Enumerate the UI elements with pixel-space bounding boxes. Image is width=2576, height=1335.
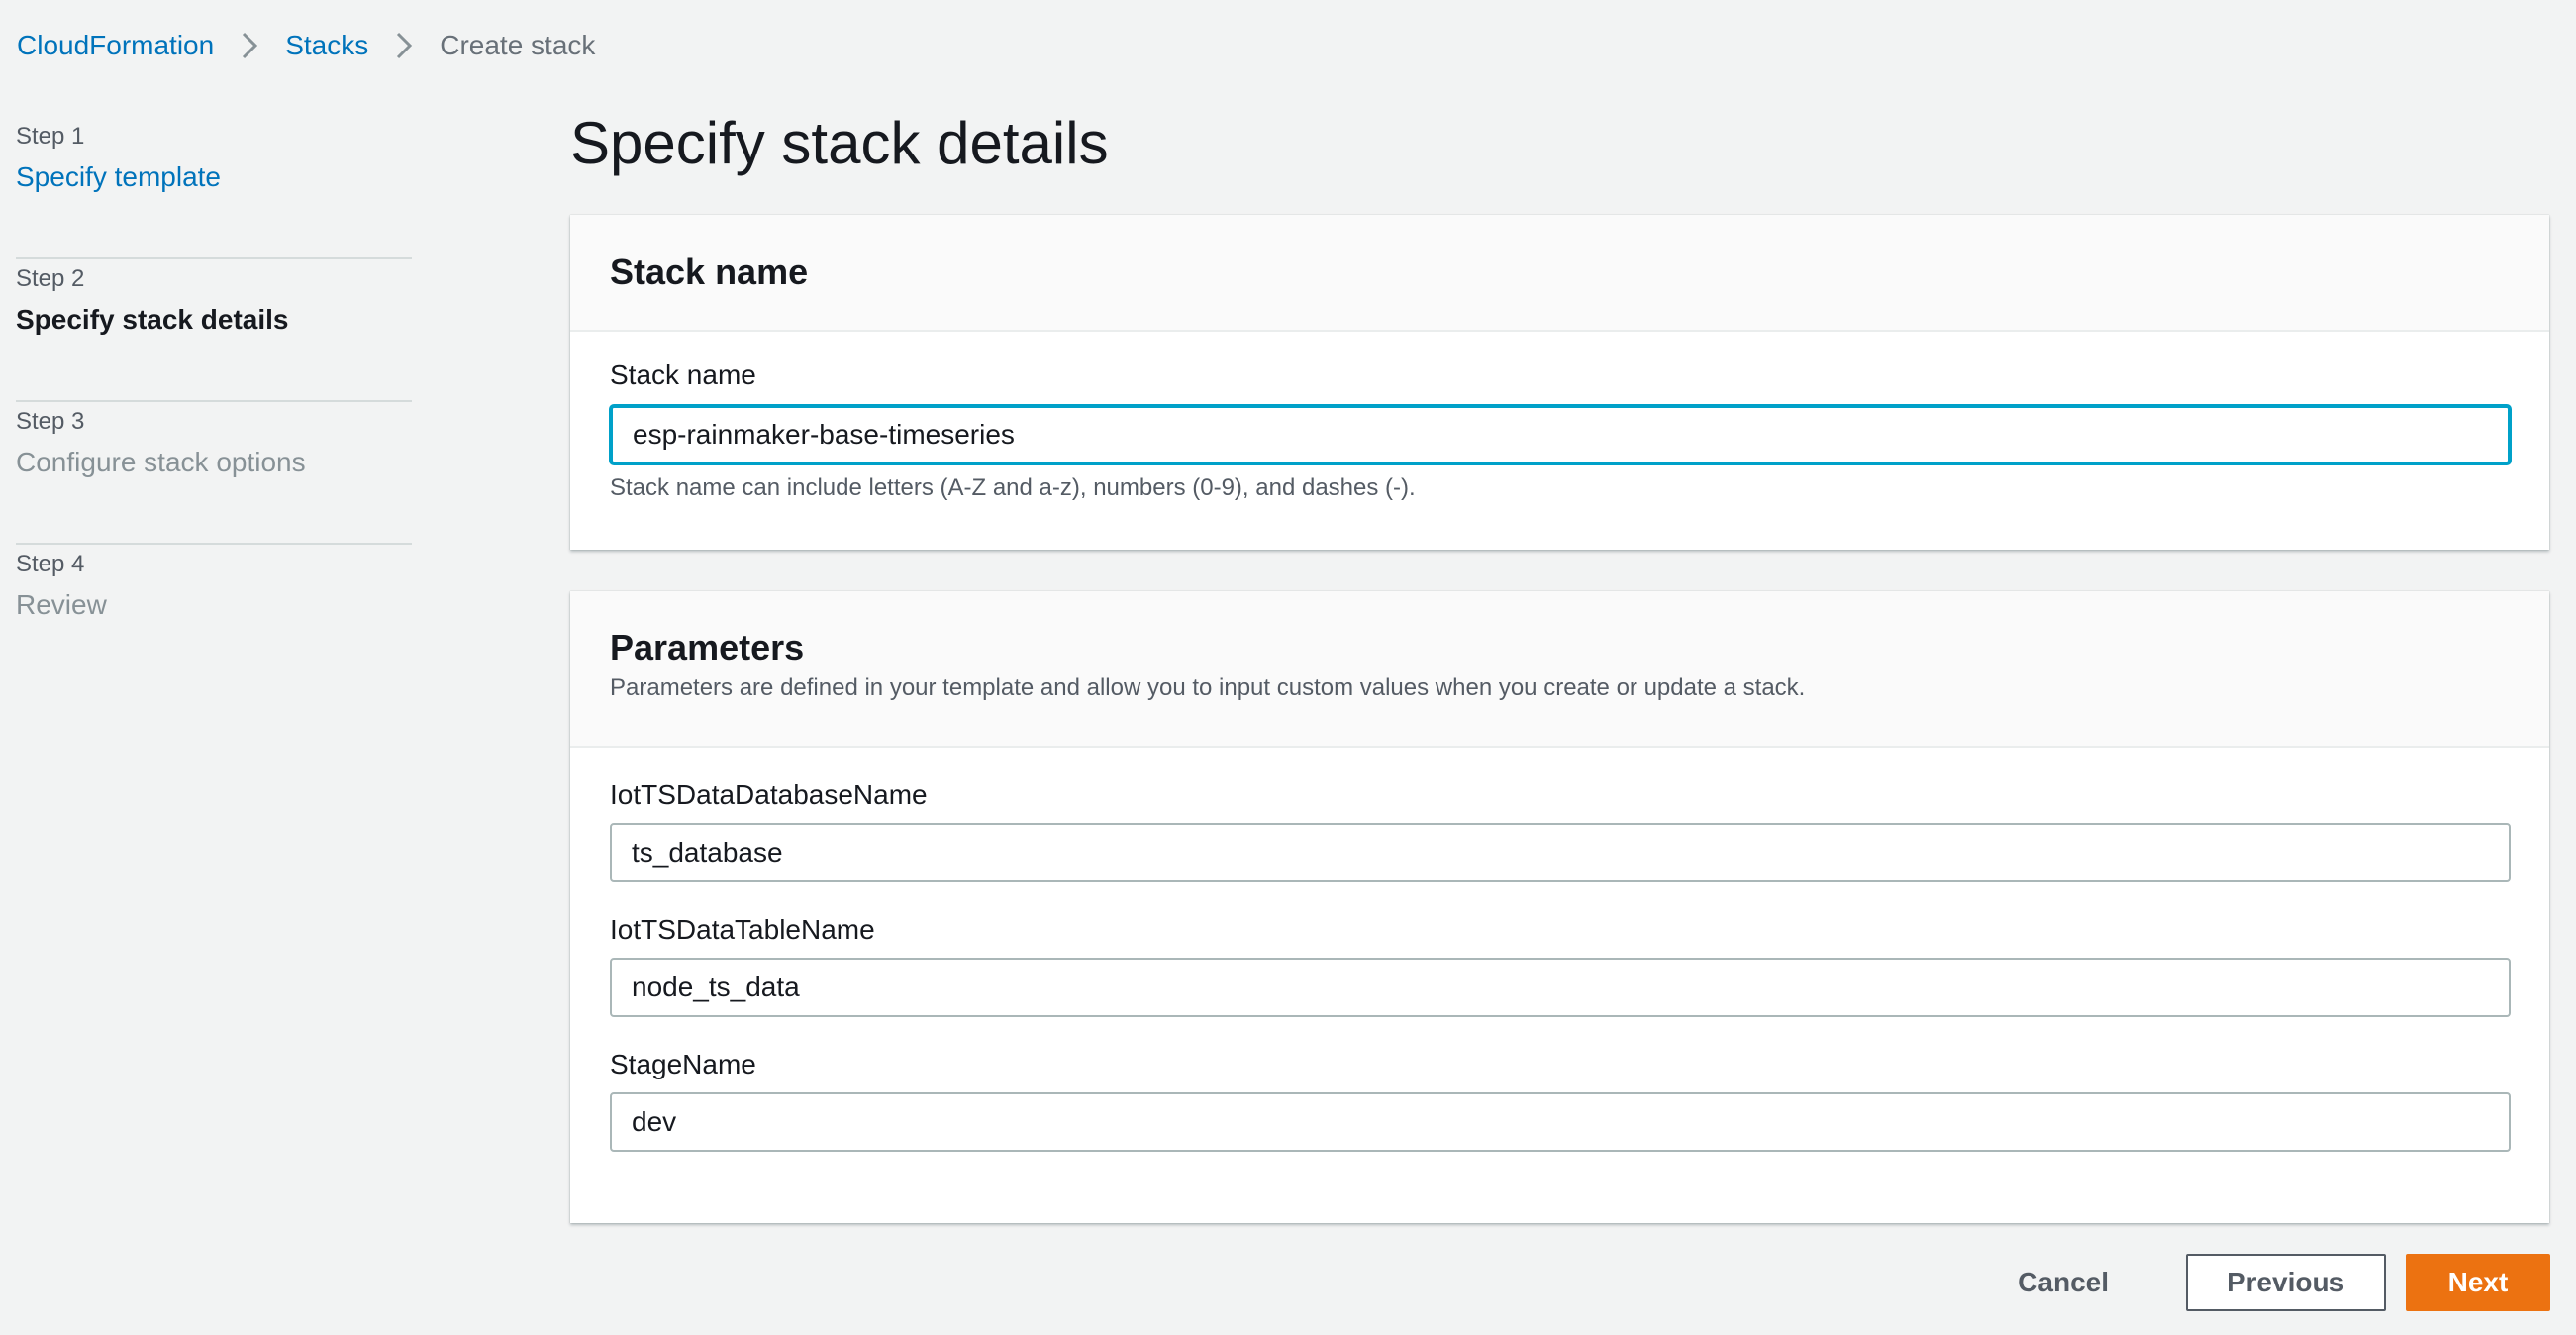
step-3: Step 3 Configure stack options (16, 402, 412, 545)
stack-name-label: Stack name (610, 359, 756, 390)
step-number: Step 2 (16, 265, 85, 292)
parameter-field: IotTSDataTableName (610, 912, 2511, 1017)
wizard-steps: Step 1 Specify template Step 2 Specify s… (16, 117, 412, 687)
panel-heading: Parameters (610, 627, 805, 668)
stack-name-hint: Stack name can include letters (A-Z and … (610, 474, 1416, 501)
breadcrumb-stacks-link[interactable]: Stacks (285, 30, 368, 61)
breadcrumb-cloudformation-link[interactable]: CloudFormation (17, 30, 214, 61)
stage-name-input[interactable] (610, 1092, 2511, 1152)
parameter-field: StageName (610, 1047, 2511, 1152)
breadcrumb: CloudFormation Stacks Create stack (17, 24, 595, 67)
panel-header: Stack name (570, 215, 2549, 332)
chevron-right-icon (214, 24, 285, 67)
panel-header: Parameters Parameters are defined in you… (570, 591, 2549, 748)
step-title-disabled: Review (16, 589, 107, 620)
step-2: Step 2 Specify stack details (16, 259, 412, 402)
next-button[interactable]: Next (2406, 1254, 2550, 1311)
step-number: Step 3 (16, 408, 85, 435)
stack-name-input[interactable] (610, 405, 2511, 464)
step-4: Step 4 Review (16, 545, 412, 687)
parameters-panel: Parameters Parameters are defined in you… (570, 591, 2549, 1223)
step-title-current: Specify stack details (16, 304, 289, 335)
stack-name-panel: Stack name Stack name Stack name can inc… (570, 215, 2549, 550)
step-number: Step 4 (16, 551, 85, 577)
breadcrumb-current: Create stack (440, 30, 596, 60)
parameter-label: IotTSDataTableName (610, 914, 875, 945)
parameter-field: IotTSDataDatabaseName (610, 777, 2511, 882)
panel-body: IotTSDataDatabaseName IotTSDataTableName… (570, 748, 2549, 1152)
chevron-right-icon (368, 24, 440, 67)
parameter-label: StageName (610, 1049, 756, 1079)
previous-button[interactable]: Previous (2186, 1254, 2386, 1311)
panel-heading: Stack name (610, 252, 809, 292)
wizard-actions: Cancel Previous Next (1980, 1254, 2550, 1311)
cancel-button[interactable]: Cancel (1980, 1254, 2146, 1311)
iot-ts-data-database-name-input[interactable] (610, 823, 2511, 882)
step-link-specify-template[interactable]: Specify template (16, 156, 412, 198)
parameter-label: IotTSDataDatabaseName (610, 779, 928, 810)
step-number: Step 1 (16, 123, 85, 150)
step-title-disabled: Configure stack options (16, 447, 306, 477)
panel-description: Parameters are defined in your template … (610, 674, 1806, 701)
panel-body: Stack name Stack name can include letter… (570, 332, 2549, 502)
iot-ts-data-table-name-input[interactable] (610, 958, 2511, 1017)
step-1: Step 1 Specify template (16, 117, 412, 259)
page-title: Specify stack details (570, 110, 1109, 176)
